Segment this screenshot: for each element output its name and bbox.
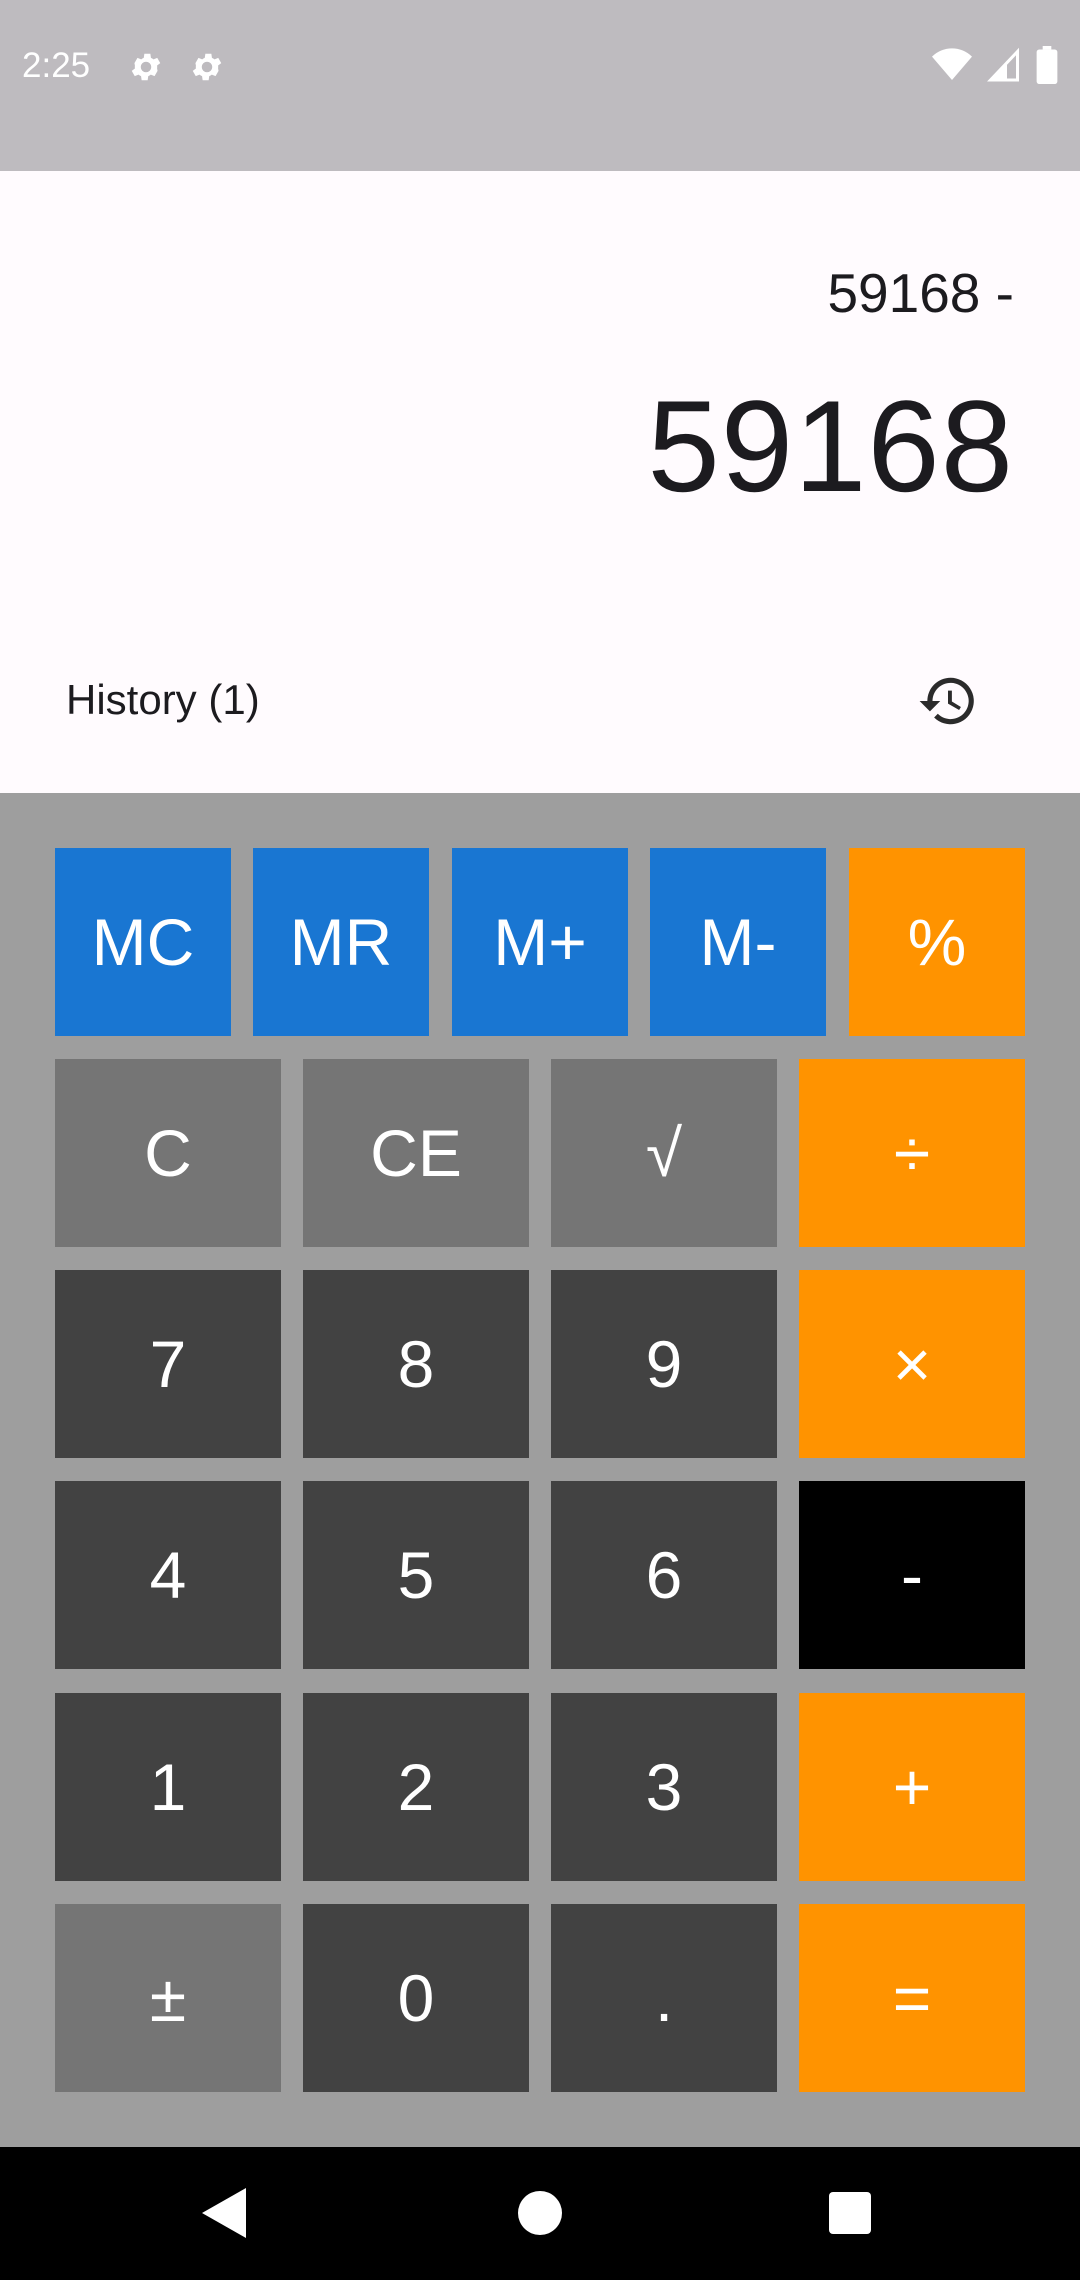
add-button[interactable]: + <box>799 1693 1025 1881</box>
memory-clear-button[interactable]: MC <box>55 848 231 1036</box>
decimal-point-button[interactable]: . <box>551 1904 777 2092</box>
digit-8-button[interactable]: 8 <box>303 1270 529 1458</box>
digit-7-button[interactable]: 7 <box>55 1270 281 1458</box>
keypad: MC MR M+ M-% C CE √ ÷ 7 8 9 × 4 5 6- 1 2 3 + ±0. = <box>0 793 1080 2147</box>
cellular-signal-icon <box>986 47 1022 88</box>
gear-icon <box>128 49 164 85</box>
status-indicators <box>932 46 1058 89</box>
history-label[interactable]: History (1) <box>66 676 260 724</box>
equals-button[interactable]: = <box>799 1904 1025 2092</box>
digit-6-button[interactable]: 6 <box>551 1481 777 1669</box>
memory-add-button[interactable]: M+ <box>452 848 628 1036</box>
digit-4-button[interactable]: 4 <box>55 1481 281 1669</box>
navigation-bar <box>0 2147 1080 2280</box>
status-time: 2:25 <box>22 46 91 85</box>
result-text: 59168 <box>647 373 1014 519</box>
subtract-button[interactable]: - <box>799 1481 1025 1669</box>
battery-icon <box>1036 46 1058 89</box>
expression-text: 59168 - <box>827 262 1014 324</box>
digit-1-button[interactable]: 1 <box>55 1693 281 1881</box>
wifi-icon <box>932 48 972 87</box>
clear-button[interactable]: C <box>55 1059 281 1247</box>
status-bar: 2:25 <box>0 0 1080 171</box>
calculator-display: 59168 - 59168 History (1) <box>0 171 1080 793</box>
multiply-button[interactable]: × <box>799 1270 1025 1458</box>
back-icon[interactable] <box>188 2177 260 2249</box>
digit-9-button[interactable]: 9 <box>551 1270 777 1458</box>
home-icon[interactable] <box>504 2177 576 2249</box>
memory-subtract-button[interactable]: M- <box>650 848 826 1036</box>
gear-icon <box>189 49 225 85</box>
digit-3-button[interactable]: 3 <box>551 1693 777 1881</box>
clear-entry-button[interactable]: CE <box>303 1059 529 1247</box>
digit-2-button[interactable]: 2 <box>303 1693 529 1881</box>
memory-recall-button[interactable]: MR <box>253 848 429 1036</box>
square-root-button[interactable]: √ <box>551 1059 777 1247</box>
sign-toggle-button[interactable]: ± <box>55 1904 281 2092</box>
digit-5-button[interactable]: 5 <box>303 1481 529 1669</box>
recents-icon[interactable] <box>814 2177 886 2249</box>
percent-button[interactable]: % <box>849 848 1025 1036</box>
digit-0-button[interactable]: 0 <box>303 1904 529 2092</box>
divide-button[interactable]: ÷ <box>799 1059 1025 1247</box>
history-icon[interactable] <box>912 665 984 737</box>
